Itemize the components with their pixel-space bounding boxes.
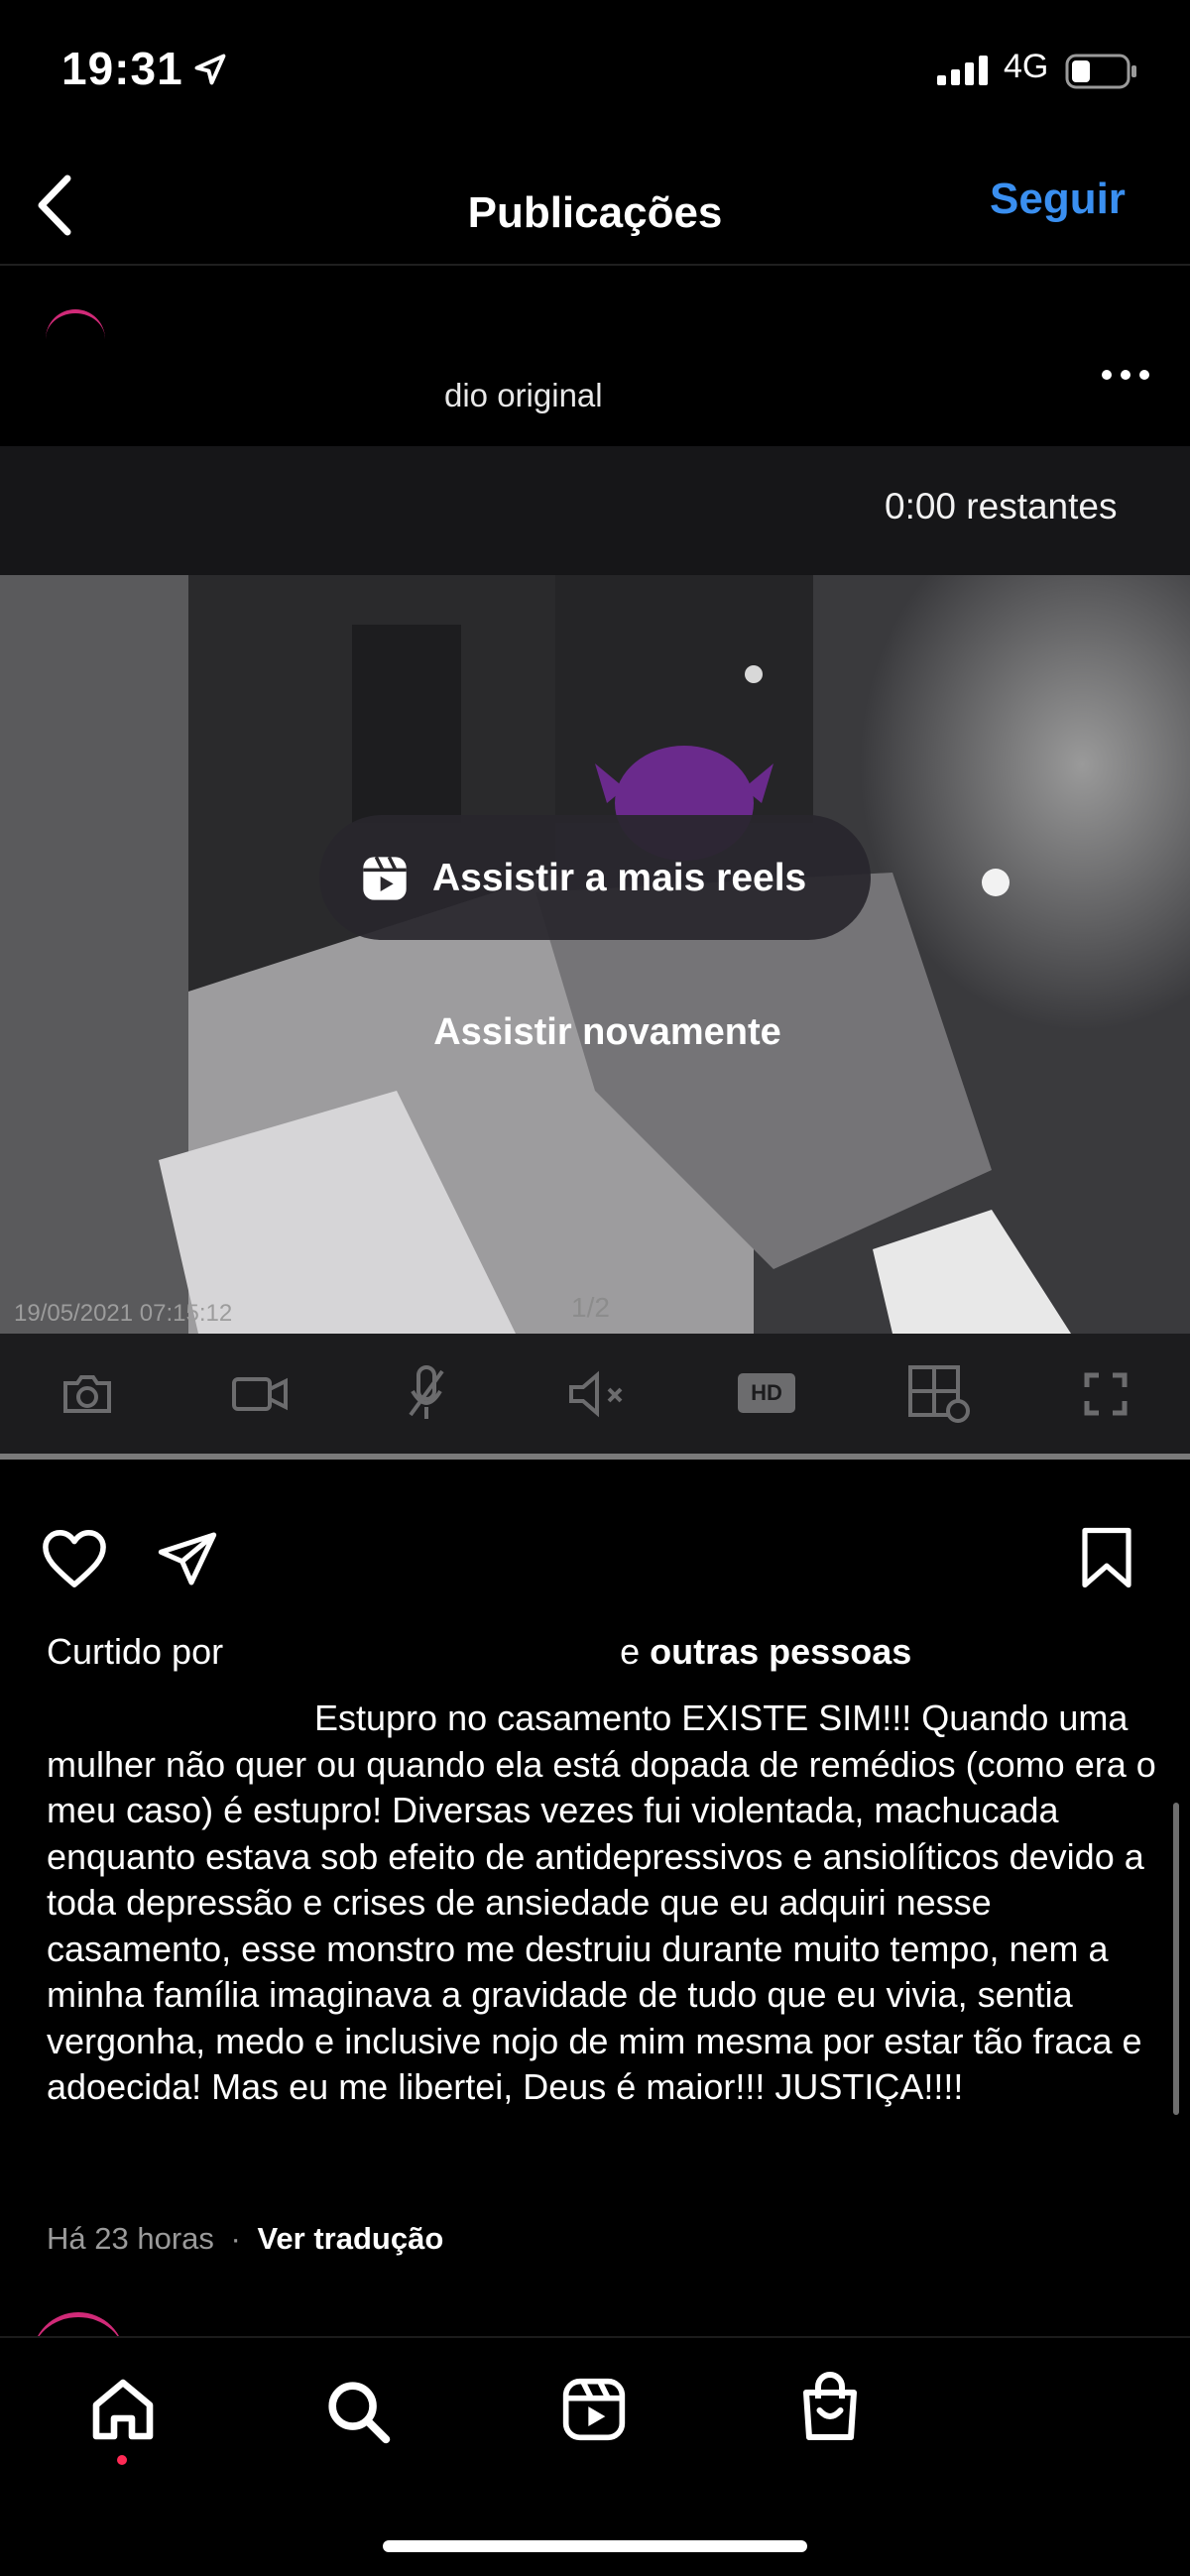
scrollbar[interactable] — [1173, 1803, 1179, 2115]
more-reels-label[interactable]: Assistir a mais reels — [432, 857, 806, 900]
camera-timestamp: 19/05/2021 07:15:12 — [14, 1300, 232, 1327]
translate-link[interactable]: Ver tradução — [257, 2221, 443, 2256]
header-divider — [0, 264, 1190, 266]
bookmark-icon[interactable] — [1079, 1525, 1134, 1590]
security-camera-scene: 19/05/2021 07:15:12 1/2 — [0, 575, 1190, 1334]
time-ago: Há 23 horas — [47, 2221, 214, 2256]
author-avatar[interactable] — [46, 309, 105, 369]
search-icon[interactable] — [322, 2376, 392, 2445]
more-icon[interactable] — [1101, 367, 1150, 383]
liked-by-prefix: Curtido por — [47, 1631, 224, 1672]
home-icon[interactable] — [87, 2374, 159, 2445]
follow-button[interactable]: Seguir — [990, 175, 1126, 224]
hd-toggle[interactable]: HD — [738, 1373, 795, 1413]
camera-controls-bar: HD — [0, 1334, 1190, 1458]
heart-icon[interactable] — [40, 1527, 109, 1590]
battery-icon — [1065, 54, 1136, 89]
post-caption: Estupro no casamento EXISTE SIM!!! Quand… — [47, 1696, 1157, 2111]
signal-icon — [937, 56, 988, 85]
home-indicator[interactable] — [383, 2540, 807, 2552]
liked-by[interactable]: Curtido por e outras pessoas — [47, 1631, 911, 1673]
location-arrow-icon — [194, 54, 226, 85]
grid-icon[interactable] — [906, 1363, 970, 1423]
replay-button[interactable]: Assistir novamente — [0, 1011, 1190, 1054]
camera-page-indicator: 1/2 — [571, 1292, 610, 1323]
reels-tab-icon[interactable] — [560, 2376, 628, 2443]
fullscreen-icon[interactable] — [1083, 1371, 1129, 1417]
share-icon[interactable] — [155, 1527, 220, 1590]
video-progress-bar[interactable] — [0, 1454, 1190, 1460]
shop-icon[interactable] — [796, 2372, 864, 2443]
audio-label[interactable]: dio original — [444, 377, 603, 414]
mic-off-icon[interactable] — [407, 1363, 446, 1423]
video-frame[interactable]: 19/05/2021 07:15:12 1/2 — [0, 575, 1190, 1334]
speaker-mute-icon[interactable] — [565, 1369, 629, 1419]
meta-separator: · — [230, 2221, 241, 2256]
reels-icon — [363, 856, 407, 900]
video-icon[interactable] — [230, 1373, 290, 1415]
post-meta: Há 23 horas · Ver tradução — [47, 2221, 443, 2257]
liked-by-connector: e — [620, 1631, 641, 1672]
time-remaining: 0:00 restantes — [885, 486, 1118, 527]
network-type: 4G — [1004, 48, 1049, 85]
caption-text: Estupro no casamento EXISTE SIM!!! Quand… — [47, 1698, 1156, 2107]
liked-by-others[interactable]: outras pessoas — [650, 1631, 911, 1672]
notification-dot — [117, 2455, 127, 2465]
status-time: 19:31 — [61, 43, 183, 94]
camera-icon[interactable] — [60, 1371, 115, 1417]
